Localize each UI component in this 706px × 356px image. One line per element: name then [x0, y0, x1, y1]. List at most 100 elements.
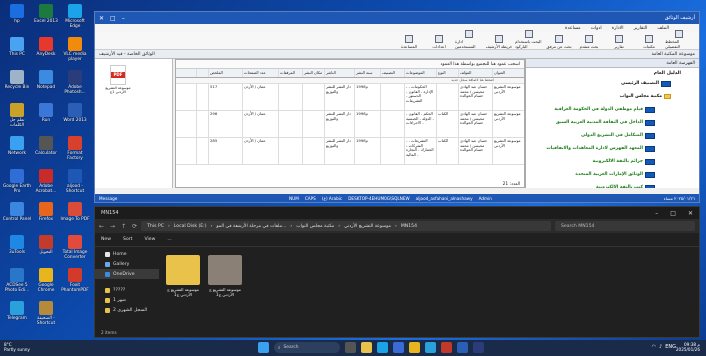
table-row[interactable]: موسوعة التشريع الأردني حسان عبد الهادي مح… [176, 84, 524, 111]
tree-root[interactable]: الدليل العام [526, 68, 699, 77]
tree-item[interactable]: جرائم بالثقة الالكترونية [526, 155, 699, 168]
row-selector[interactable] [196, 84, 208, 110]
menu-item[interactable]: التقارير [634, 26, 648, 31]
refresh-icon[interactable]: ⟳ [132, 223, 137, 230]
nav-item[interactable]: شهر 1 [95, 295, 159, 305]
file-explorer-icon[interactable] [361, 342, 372, 353]
tree-item[interactable]: الداخل في الثقافة المدنية العربية السيق [526, 116, 699, 129]
nav-item[interactable]: السجل الشهري 2 [95, 305, 159, 315]
breadcrumb-item[interactable]: Local Disk (E:) [174, 224, 207, 229]
desktop-icon[interactable]: Telegram [2, 299, 32, 331]
minimize-icon[interactable]: – [122, 15, 125, 22]
wifi-icon[interactable]: ◠ [652, 344, 656, 350]
desktop-icon[interactable]: Calculator [31, 134, 61, 166]
menu-item[interactable]: مساعدة [565, 26, 581, 31]
tree-library[interactable]: مكتبة مجلس النواب [526, 90, 699, 103]
menu-item[interactable]: ادوات [591, 26, 602, 31]
column-header[interactable]: عدد الصفحات [242, 69, 278, 77]
desktop-icon[interactable]: Control Panel [2, 200, 32, 232]
command-button[interactable]: Sort [123, 237, 132, 242]
clock[interactable]: 09:38 م 2025/01/26 [676, 342, 700, 352]
breadcrumb-item[interactable]: موسوعة التشريع الأردني [344, 224, 391, 229]
command-button[interactable]: View [144, 237, 155, 242]
toolbar-button[interactable]: مكتبات [635, 35, 663, 49]
chrome-icon[interactable] [409, 342, 420, 353]
column-header[interactable]: مكان النشر [302, 69, 324, 77]
column-header[interactable]: التصنيف [380, 69, 404, 77]
desktop-icon[interactable]: التحويل [31, 233, 61, 265]
file-item[interactable]: موسوعة التشريع ج الأردني ج1 [205, 255, 245, 297]
breadcrumb-item[interactable]: مكتبة مجلس النواب [296, 224, 334, 229]
table-row[interactable]: موسوعة التشريع الأردني حسان عبد الهادي مح… [176, 111, 524, 138]
up-icon[interactable]: ↑ [121, 223, 126, 230]
command-button[interactable]: New [101, 237, 111, 242]
toolbar-button[interactable]: البحث باستخدام الباركود [515, 30, 543, 49]
start-icon[interactable] [258, 342, 269, 353]
desktop-icon[interactable]: الصحيفة - Shortcut [31, 299, 61, 331]
breadcrumb[interactable]: This PC › Local Disk (E:) › ملفات في مرحلة ا… [141, 221, 551, 231]
nav-item[interactable]: ????? [95, 285, 159, 295]
edge-icon[interactable] [377, 342, 388, 353]
desktop-icon[interactable]: VLC media player [60, 35, 90, 67]
column-header[interactable]: الملخص [208, 69, 242, 77]
desktop-icon[interactable]: Run [31, 101, 61, 133]
toolbar-button[interactable]: المخطط التفصيلي [665, 30, 693, 49]
command-button[interactable]: ... [167, 237, 171, 242]
close-icon[interactable]: ✕ [688, 210, 693, 217]
store-icon[interactable] [393, 342, 404, 353]
column-header[interactable] [196, 69, 208, 77]
column-header[interactable]: المرفقات [278, 69, 302, 77]
desktop-icon[interactable]: Total Image Converter [60, 233, 90, 265]
desktop-icon[interactable]: Notepad [31, 68, 61, 100]
menu-item[interactable]: الادارة [612, 26, 624, 31]
weather-widget[interactable]: 8°C Partly sunny [4, 342, 30, 352]
toolbar-button[interactable]: ادارة المستخدمين [455, 30, 483, 49]
word-icon[interactable] [457, 342, 468, 353]
column-header[interactable]: سنة النشر [354, 69, 380, 77]
row-selector[interactable] [196, 111, 208, 137]
toolbar-button[interactable]: المساعدة [395, 35, 423, 49]
tab-encyclopedia[interactable]: موسوعة المكتبة العامة [652, 52, 696, 57]
desktop-icon[interactable]: Google Earth Pro [2, 167, 32, 199]
tree-item[interactable]: قيام موظفي الدولة في الحكومة العراقية [526, 103, 699, 116]
search-input[interactable]: Search MN154 [555, 221, 695, 231]
column-header[interactable]: النوع [436, 69, 458, 77]
desktop-icon[interactable]: This PC [2, 35, 32, 67]
desktop-icon[interactable]: Google Chrome [31, 266, 61, 298]
tree-item[interactable]: الوثائق الإمارات العربية المتحدة [526, 168, 699, 181]
breadcrumb-item[interactable]: ملفات في مرحلة الأرشفة في المو... [216, 224, 286, 229]
tab-private-docs[interactable]: الوثائق الخاصة - قيد الأرشيف [99, 52, 155, 57]
desktop-icon[interactable]: Adobe Photosh... [60, 68, 90, 100]
desktop-icon[interactable]: Microsoft Edge [60, 2, 90, 34]
breadcrumb-item[interactable]: This PC [147, 224, 164, 229]
toolbar-button[interactable]: خريطة الأرشيف [485, 35, 513, 49]
tree-item[interactable]: المتكامل في التشريع الدولي [526, 129, 699, 142]
tree-item[interactable]: المعهد الفهرس لادارة المعاهدات والاتفاقي… [526, 142, 699, 155]
desktop-icon[interactable]: aljood - Shortcut [60, 167, 90, 199]
row-selector[interactable] [196, 138, 208, 164]
toolbar-button[interactable]: اعدادات [425, 35, 453, 49]
desktop-icon[interactable]: Word 2013 [60, 101, 90, 133]
table-row[interactable]: موسوعة التشريع الأردني حسان عبد الهادي مح… [176, 138, 524, 165]
desktop-icon[interactable]: Foxit PhantomPDF [60, 266, 90, 298]
volume-icon[interactable]: ♪ [659, 344, 662, 350]
nav-item[interactable]: OneDrive [95, 269, 159, 279]
maximize-icon[interactable]: □ [110, 15, 116, 22]
column-header[interactable]: الناشر [324, 69, 354, 77]
desktop-icon[interactable]: تعلم حل الكلمات [2, 101, 32, 133]
file-item[interactable]: موسوعة التشريع ج الأردني ج1 [163, 255, 203, 297]
forward-icon[interactable]: → [110, 223, 115, 230]
library-app-icon[interactable] [441, 342, 452, 353]
toolbar-button[interactable]: بحث متقدم [575, 35, 603, 49]
toolbar-button[interactable]: بحث عن مرفق [545, 35, 573, 49]
language-indicator[interactable]: ENG [665, 344, 676, 350]
pdf-attachment[interactable]: PDF موسوعة التشريع الأردني 1ع [103, 65, 133, 94]
desktop-icon[interactable]: 3uTools [2, 233, 32, 265]
minimize-icon[interactable]: – [655, 210, 658, 217]
column-header[interactable]: المؤلف [458, 69, 492, 77]
desktop-icon[interactable]: ACDSee 5 Photo Edi... [2, 266, 32, 298]
taskbar-search[interactable]: ⌕ Search [274, 342, 340, 353]
desktop-icon[interactable]: Image To PDF [60, 200, 90, 232]
desktop-icon[interactable]: Firefox [31, 200, 61, 232]
desktop-icon[interactable]: Adobe Acrobat... [31, 167, 61, 199]
